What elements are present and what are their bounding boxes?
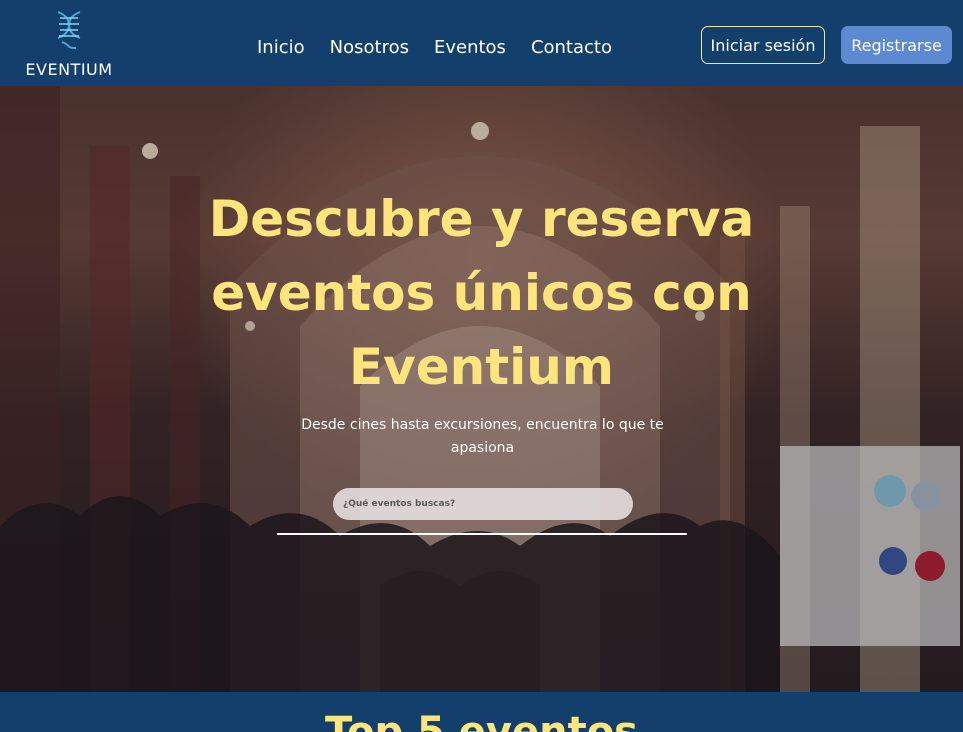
dna-logo-icon	[57, 11, 81, 49]
register-button[interactable]: Registrarse	[841, 26, 952, 64]
top-navbar: EVENTIUM Inicio Nosotros Eventos Contact…	[0, 0, 963, 86]
hero-subtitle: Desde cines hasta excursiones, encuentra…	[301, 417, 664, 456]
event-search-input[interactable]	[333, 488, 633, 520]
search-underline	[277, 533, 687, 535]
login-button[interactable]: Iniciar sesión	[701, 26, 825, 64]
top-events-section: Top 5 eventos	[0, 692, 963, 732]
event-search-box	[333, 488, 633, 520]
brand-name: EVENTIUM	[25, 60, 113, 79]
main-nav: Inicio Nosotros Eventos Contacto	[257, 36, 637, 60]
hero-title: Descubre y reserva eventos únicos con Ev…	[208, 190, 755, 396]
nav-nosotros[interactable]: Nosotros	[330, 36, 409, 60]
brand-logo[interactable]: EVENTIUM	[24, 10, 114, 79]
section-title: Top 5 eventos	[325, 709, 638, 732]
nav-eventos[interactable]: Eventos	[434, 36, 506, 60]
hero-section: Descubre y reserva eventos únicos con Ev…	[0, 86, 963, 692]
nav-inicio[interactable]: Inicio	[257, 36, 305, 60]
nav-contacto[interactable]: Contacto	[531, 36, 612, 60]
